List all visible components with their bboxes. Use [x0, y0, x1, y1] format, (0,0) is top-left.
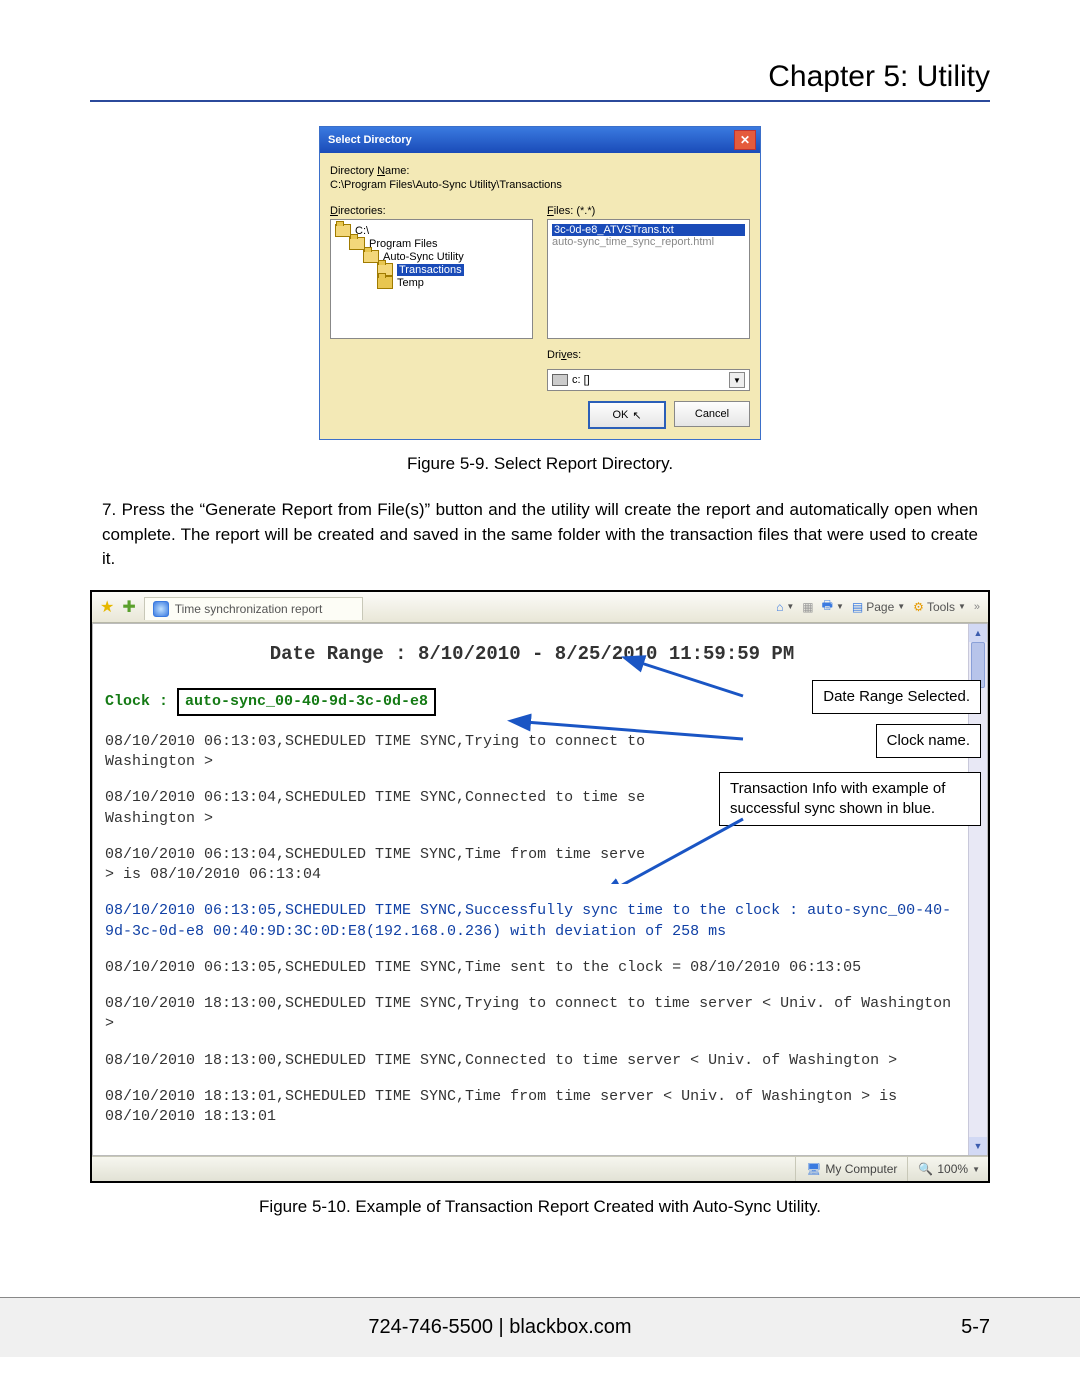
file-row[interactable]: auto-sync_time_sync_report.html [552, 236, 745, 248]
scroll-up-icon[interactable]: ▲ [969, 624, 987, 642]
print-button[interactable]: 🖶▼ [822, 596, 844, 617]
browser-window: ★ ✚ Time synchronization report ⌂▼ ▦ 🖶▼ … [90, 590, 990, 1183]
feed-icon: ▦ [802, 600, 813, 614]
close-icon[interactable]: ✕ [734, 130, 756, 150]
home-button[interactable]: ⌂▼ [776, 600, 794, 614]
dialog-titlebar: Select Directory ✕ [320, 127, 760, 153]
directory-path: C:\Program Files\Auto-Sync Utility\Trans… [330, 179, 750, 191]
log-entry: 08/10/2010 18:13:01,SCHEDULED TIME SYNC,… [105, 1087, 959, 1128]
folder-open-icon [363, 250, 379, 263]
tree-node[interactable]: Temp [377, 276, 528, 289]
log-entry: 08/10/2010 18:13:00,SCHEDULED TIME SYNC,… [105, 1051, 959, 1071]
printer-icon: 🖶 [822, 596, 833, 617]
report-viewport: ▲ ▼ Date Range : 8/10/2010 - 8/25/2010 1… [92, 623, 988, 1156]
log-entry: 08/10/2010 06:13:04,SCHEDULED TIME SYNC,… [105, 845, 959, 886]
figure-5-9-caption: Figure 5-9. Select Report Directory. [90, 454, 990, 474]
favorites-icon[interactable]: ★ [100, 597, 114, 617]
directory-tree[interactable]: C:\ Program Files Auto-Sync Utility Tran… [330, 219, 533, 339]
toolbar-overflow-icon[interactable]: » [974, 601, 980, 613]
dialog-title: Select Directory [328, 134, 412, 146]
zoom-icon: 🔍 [918, 1162, 933, 1176]
page-footer: 724-746-5500 | blackbox.com 5-7 [0, 1297, 1080, 1357]
page-menu[interactable]: ▤Page▼ [852, 600, 905, 614]
footer-phone: 724-746-5500 [368, 1316, 493, 1338]
tree-node-selected[interactable]: Transactions [377, 263, 528, 276]
tree-node[interactable]: Auto-Sync Utility [363, 250, 528, 263]
file-list[interactable]: 3c-0d-e8_ATVSTrans.txt auto-sync_time_sy… [547, 219, 750, 339]
page-icon: ▤ [852, 600, 863, 614]
folder-open-icon [335, 224, 351, 237]
directories-label: Directories: [330, 205, 533, 217]
security-zone[interactable]: 🖥 My Computer [795, 1157, 897, 1181]
step-7-text: 7. Press the “Generate Report from File(… [102, 498, 978, 572]
ie-page-icon [153, 601, 169, 617]
drive-select[interactable]: c: [] ▼ [547, 369, 750, 391]
page-number: 5-7 [910, 1316, 990, 1339]
computer-icon: 🖥 [806, 1162, 821, 1176]
folder-icon [377, 276, 393, 289]
callout-transaction-info: Transaction Info with example of success… [719, 772, 981, 827]
log-entry-success: 08/10/2010 06:13:05,SCHEDULED TIME SYNC,… [105, 901, 959, 942]
browser-tab[interactable]: Time synchronization report [144, 597, 364, 620]
directory-name-label: Directory Name: [330, 165, 750, 177]
tools-menu[interactable]: ⚙Tools▼ [913, 600, 966, 614]
folder-open-icon [349, 237, 365, 250]
clock-name: auto-sync_00-40-9d-3c-0d-e8 [177, 688, 436, 716]
report-date-range: Date Range : 8/10/2010 - 8/25/2010 11:59… [105, 642, 959, 668]
chevron-down-icon[interactable]: ▼ [972, 1165, 980, 1174]
figure-5-10-caption: Figure 5-10. Example of Transaction Repo… [90, 1197, 990, 1217]
tree-node[interactable]: C:\ [335, 224, 528, 237]
callout-clock-name: Clock name. [876, 724, 981, 758]
home-icon: ⌂ [776, 600, 783, 614]
chapter-title: Chapter 5: Utility [90, 60, 990, 102]
scroll-down-icon[interactable]: ▼ [969, 1137, 987, 1155]
log-entry: 08/10/2010 18:13:00,SCHEDULED TIME SYNC,… [105, 994, 959, 1035]
feeds-button[interactable]: ▦ [802, 600, 813, 614]
drives-label: Drives: [547, 349, 750, 361]
log-entry: 08/10/2010 06:13:03,SCHEDULED TIME SYNC,… [105, 732, 959, 773]
add-favorites-icon[interactable]: ✚ [122, 597, 135, 617]
ie-toolbar: ★ ✚ Time synchronization report ⌂▼ ▦ 🖶▼ … [92, 592, 988, 623]
tab-title: Time synchronization report [175, 602, 323, 616]
cancel-button[interactable]: Cancel [674, 401, 750, 427]
callout-date-range: Date Range Selected. [812, 680, 981, 714]
select-directory-dialog: Select Directory ✕ Directory Name: C:\Pr… [319, 126, 761, 440]
file-row-selected[interactable]: 3c-0d-e8_ATVSTrans.txt [552, 224, 745, 236]
ie-status-bar: 🖥 My Computer 🔍 100% ▼ [92, 1156, 988, 1181]
footer-site: blackbox.com [509, 1316, 631, 1338]
cursor-icon: ↖ [632, 409, 641, 422]
drive-icon [552, 374, 568, 386]
zoom-control[interactable]: 🔍 100% ▼ [907, 1157, 980, 1181]
ok-button[interactable]: OK↖ [588, 401, 666, 429]
log-entry: 08/10/2010 06:13:05,SCHEDULED TIME SYNC,… [105, 958, 959, 978]
chevron-down-icon[interactable]: ▼ [729, 372, 745, 388]
files-label: Files: (*.*) [547, 205, 750, 217]
gear-icon: ⚙ [913, 600, 924, 614]
tree-node[interactable]: Program Files [349, 237, 528, 250]
